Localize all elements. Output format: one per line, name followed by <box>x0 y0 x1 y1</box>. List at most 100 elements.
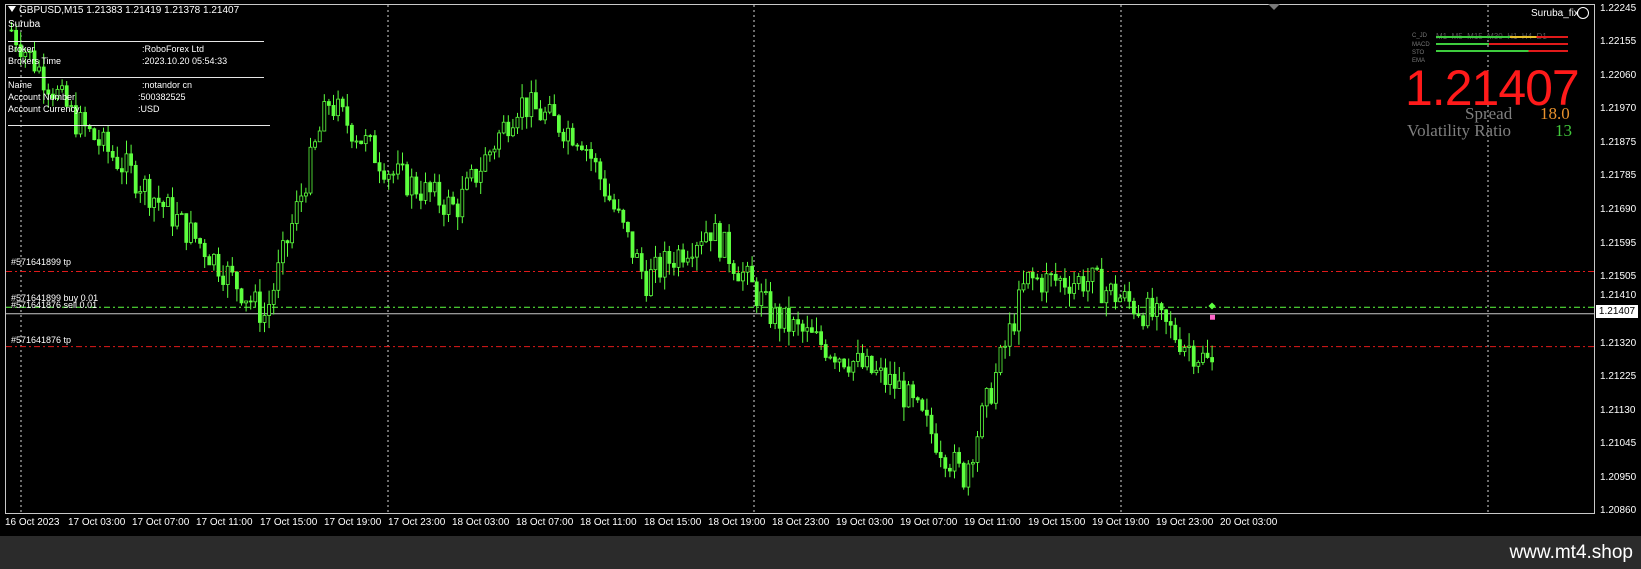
candle-body <box>1053 273 1058 281</box>
candle-body <box>115 156 120 169</box>
candle-body <box>257 291 262 323</box>
candle-body <box>570 127 575 146</box>
smiley-icon[interactable] <box>1577 7 1589 19</box>
candle-body <box>1210 357 1214 363</box>
candle-body <box>280 240 285 264</box>
candle-body <box>120 168 124 173</box>
candle-body <box>685 257 690 263</box>
time-tick: 18 Oct 19:00 <box>708 517 766 528</box>
candle-body <box>1155 303 1159 317</box>
candle-body <box>340 98 345 108</box>
candle-body <box>980 405 984 438</box>
order-tp-lower-label[interactable]: #571641876 tp <box>11 335 71 346</box>
candle-body <box>133 164 138 194</box>
chart-canvas[interactable] <box>0 0 1641 536</box>
candle-body <box>501 121 506 134</box>
candle-body <box>966 463 971 488</box>
candle-body <box>925 409 929 416</box>
candle-body <box>639 253 644 272</box>
candle-body <box>1063 277 1067 288</box>
candle-body <box>1132 300 1136 315</box>
candle-body <box>883 367 888 385</box>
time-tick: 19 Oct 11:00 <box>964 517 1021 528</box>
candle-body <box>478 170 483 183</box>
candle-body <box>662 251 667 278</box>
candle-body <box>455 203 460 218</box>
candle-body <box>644 270 649 297</box>
price-tick: 1.21690 <box>1600 204 1637 215</box>
candle-body <box>524 97 529 118</box>
candle-body <box>1178 339 1182 353</box>
candle-body <box>879 367 883 371</box>
dropdown-triangle-icon[interactable] <box>8 6 16 12</box>
candle-body <box>672 262 676 268</box>
name-label: Name <box>8 80 33 90</box>
candle-body <box>1017 289 1021 332</box>
candle-body <box>810 327 814 333</box>
candle-body <box>920 399 925 411</box>
candle-body <box>460 188 465 218</box>
scroll-marker-icon <box>1268 4 1280 10</box>
candle-body <box>97 139 101 146</box>
candle-body <box>1173 324 1178 341</box>
candle-body <box>409 176 414 196</box>
candle-body <box>764 291 768 294</box>
candle-body <box>432 181 437 193</box>
candle-body <box>529 92 534 118</box>
candle-body <box>902 380 906 408</box>
candle-body <box>1109 283 1113 292</box>
candle-body <box>828 356 833 359</box>
candle-body <box>1081 276 1086 292</box>
candle-body <box>607 195 612 201</box>
candle-body <box>368 135 373 137</box>
candle-body <box>805 327 810 332</box>
candle-body <box>768 291 773 325</box>
candle-body <box>552 104 557 117</box>
time-tick: 19 Oct 23:00 <box>1156 517 1214 528</box>
candle-body <box>142 178 147 192</box>
chart-window[interactable]: GBPUSD,M15 1.21383 1.21419 1.21378 1.214… <box>0 0 1641 536</box>
candle-body <box>538 108 543 121</box>
candle-body <box>418 193 423 201</box>
candle-body <box>741 271 745 282</box>
candle-body <box>1086 281 1090 292</box>
time-tick: 18 Oct 07:00 <box>516 517 574 528</box>
candle-body <box>603 178 607 197</box>
candle-body <box>612 199 616 210</box>
candle-body <box>888 373 892 385</box>
symbol-info: GBPUSD,M15 1.21383 1.21419 1.21378 1.214… <box>19 5 240 16</box>
candle-body <box>487 151 492 156</box>
candle-body <box>349 124 354 142</box>
time-tick: 17 Oct 15:00 <box>260 517 318 528</box>
candle-body <box>92 128 97 141</box>
candle-body <box>837 358 842 363</box>
candle-body <box>188 222 193 243</box>
price-tick: 1.22245 <box>1600 3 1637 14</box>
candle-body <box>957 451 961 464</box>
candle-body <box>948 467 952 472</box>
candle-body <box>1076 276 1081 284</box>
price-tick: 1.20860 <box>1600 505 1637 516</box>
name-value: :notandor cn <box>142 80 193 90</box>
candle-body <box>106 131 110 152</box>
time-tick: 19 Oct 19:00 <box>1092 517 1150 528</box>
candle-body <box>428 182 433 193</box>
candle-body <box>451 196 456 205</box>
ind-bar-sto <box>1436 50 1568 52</box>
time-tick: 17 Oct 11:00 <box>196 517 253 528</box>
candle-body <box>653 256 658 271</box>
order-tp-upper-label[interactable]: #571641899 tp <box>11 257 71 268</box>
candle-body <box>83 112 87 127</box>
candle-body <box>124 153 129 173</box>
candle-body <box>216 253 221 277</box>
candle-body <box>971 462 975 465</box>
candle-body <box>699 241 704 246</box>
time-tick: 19 Oct 07:00 <box>900 517 958 528</box>
candle-body <box>1040 277 1044 293</box>
candle-body <box>294 201 299 224</box>
order-sell-label[interactable]: #571641876 sell 0.01 <box>11 300 97 311</box>
candle-body <box>690 256 695 259</box>
price-tick: 1.21320 <box>1600 338 1637 349</box>
candle-body <box>1187 345 1191 348</box>
candle-body <box>1182 347 1187 353</box>
